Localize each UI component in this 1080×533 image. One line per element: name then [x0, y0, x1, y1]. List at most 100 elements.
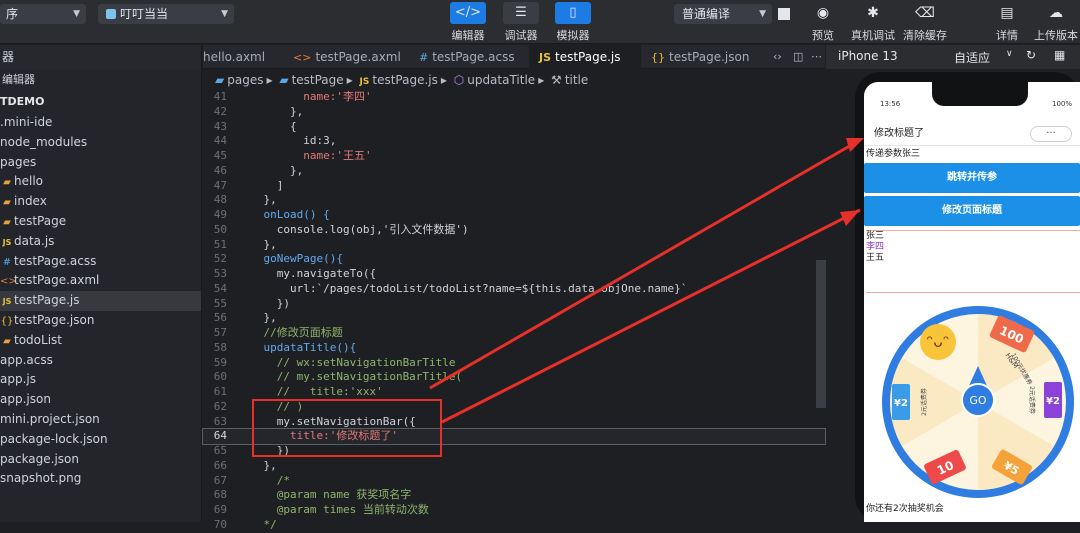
clear-cache-button-label: 清除缓存 — [903, 29, 947, 42]
tree-item[interactable]: package-lock.json — [0, 430, 201, 450]
tree-item[interactable]: # testPage.acss — [0, 252, 201, 272]
code-line[interactable]: 67 /* — [203, 474, 825, 489]
code-line[interactable]: 50 console.log(obj,'引入文件数据') — [203, 223, 825, 238]
miniapp-icon — [106, 9, 116, 19]
tree-item-label: testPage.json — [14, 312, 95, 327]
preview-button[interactable]: ◉ 预览 — [796, 2, 850, 43]
code-line[interactable]: 66 }, — [203, 459, 825, 474]
tree-item[interactable]: mini.project.json — [0, 410, 201, 430]
code-line[interactable]: 64 title:'修改标题了' — [202, 428, 826, 445]
compile-select[interactable]: 普通编译 ▼ — [674, 4, 772, 24]
code-text: my.navigateTo({ — [237, 267, 377, 280]
code-line[interactable]: 68 @param name 获奖项名字 — [203, 488, 825, 503]
editor-button[interactable]: </> 编辑器 — [444, 2, 492, 43]
code-line[interactable]: 49 onLoad() { — [203, 208, 825, 223]
project-root[interactable]: TDEMO — [0, 91, 201, 113]
code-line[interactable]: 51 }, — [203, 238, 825, 253]
breadcrumb-item[interactable]: testPage — [292, 73, 344, 87]
stop-icon[interactable] — [778, 8, 790, 20]
capsule-menu[interactable]: ··· — [1030, 126, 1072, 142]
tab-testpage-js[interactable]: JS testPage.js — [529, 45, 641, 69]
breadcrumb-item[interactable]: title — [565, 73, 588, 87]
code-line[interactable]: 53 my.navigateTo({ — [203, 267, 825, 282]
tree-item[interactable]: app.acss — [0, 351, 201, 371]
tab-label: testPage.js — [555, 50, 621, 64]
code-line[interactable]: 48 }, — [203, 193, 825, 208]
tree-item[interactable]: ▰ testPage — [0, 212, 201, 232]
breadcrumb-item[interactable]: pages — [227, 73, 263, 87]
code-line[interactable]: 45 name:'王五' — [203, 149, 825, 164]
tree-item[interactable]: ▰ hello — [0, 172, 201, 192]
line-number: 70 — [213, 517, 227, 531]
code-line[interactable]: 52 goNewPage(){ — [203, 252, 825, 267]
tab-testpage-json[interactable]: {} testPage.json — [651, 45, 771, 69]
tree-item[interactable]: <>testPage.axml — [0, 271, 201, 291]
project-select-value: 叮叮当当 — [120, 7, 169, 21]
go-label: GO — [969, 394, 987, 407]
code-line[interactable]: 44 id:3, — [203, 134, 825, 149]
line-number: 57 — [213, 326, 227, 339]
change-title-button[interactable]: 修改页面标题 — [864, 196, 1080, 226]
tree-item[interactable]: app.js — [0, 370, 201, 390]
mode-select[interactable]: 序 ▼ — [0, 4, 86, 24]
code-line[interactable]: 60 // my.setNavigationBarTitle( — [203, 370, 825, 385]
jump-button[interactable]: 跳转并传参 — [864, 163, 1080, 193]
bug-icon: ✱ — [867, 5, 879, 21]
code-line[interactable]: 63 my.setNavigationBar({ — [203, 415, 825, 430]
tree-item[interactable]: node_modules — [0, 133, 201, 153]
layout-icon[interactable]: ◫ — [793, 45, 803, 69]
code-line[interactable]: 59 // wx:setNavigationBarTitle — [203, 356, 825, 371]
code-line[interactable]: 42 }, — [203, 105, 825, 120]
code-icon: </> — [450, 2, 486, 24]
prize-wheel[interactable]: ᵔᴗᵔ 100 H&M 100元优惠券 ¥2 2元话费券 10 ¥5 ¥2 2元… — [874, 304, 1078, 500]
refresh-icon[interactable]: ↻ — [1026, 48, 1036, 62]
code-line[interactable]: 57 //修改页面标题 — [203, 326, 825, 341]
code-line[interactable]: 70 */ — [203, 518, 825, 533]
tree-item[interactable]: package.json — [0, 450, 201, 470]
device-select[interactable]: iPhone 13 — [838, 49, 898, 63]
code-line[interactable]: 55 }) — [203, 297, 825, 312]
tree-item[interactable]: JS testPage.js — [0, 291, 201, 311]
tree-item[interactable]: .mini-ide — [0, 113, 201, 133]
code-line[interactable]: 65 }) — [203, 444, 825, 459]
upload-button[interactable]: ☁ 上传版本 — [1029, 2, 1080, 43]
tree-item[interactable]: app.json — [0, 390, 201, 410]
code-line[interactable]: 58 updataTitle(){ — [203, 341, 825, 356]
code-line[interactable]: 69 @param times 当前转动次数 — [203, 503, 825, 518]
code-line[interactable]: 62 // ) — [203, 400, 825, 415]
chevron-right-icon: ▸ — [538, 73, 545, 87]
tree-item[interactable]: ▰ todoList — [0, 331, 201, 351]
code-line[interactable]: 54 url:`/pages/todoList/todoList?name=${… — [203, 282, 825, 297]
grid-icon[interactable]: ▦ — [1054, 48, 1065, 62]
split-editor-icon[interactable]: ‹› — [773, 45, 782, 69]
code-line[interactable]: 41 name:'李四' — [203, 90, 825, 105]
project-select[interactable]: 叮叮当当 ▼ — [98, 4, 234, 24]
code-line[interactable]: 61 // title:'xxx' — [203, 385, 825, 400]
code-line[interactable]: 46 }, — [203, 164, 825, 179]
tree-item[interactable]: snapshot.png — [0, 469, 201, 489]
more-icon[interactable]: ⋯ — [811, 45, 822, 69]
tree-item[interactable]: ▰ index — [0, 192, 201, 212]
tab-hello-axml[interactable]: hello.axml — [203, 45, 279, 69]
editor-scrollbar[interactable] — [816, 260, 826, 408]
tree-item[interactable]: pages — [0, 153, 201, 173]
debugger-button[interactable]: ☰ 调试器 — [497, 2, 545, 43]
details-button[interactable]: ▤ 详情 — [980, 2, 1034, 43]
fit-select[interactable]: 自适应 — [954, 49, 990, 66]
breadcrumb-item[interactable]: testPage.js — [372, 73, 438, 87]
tab-testpage-acss[interactable]: # testPage.acss — [419, 45, 529, 69]
clear-cache-button[interactable]: ⌫ 清除缓存 — [898, 2, 952, 43]
xml-icon: <> — [0, 276, 17, 288]
breadcrumb-item[interactable]: updataTitle — [467, 73, 535, 87]
code-line[interactable]: 43 { — [203, 120, 825, 135]
code-line[interactable]: 47 ] — [203, 179, 825, 194]
code-editor[interactable]: 41 name:'李四' 42 }, 43 {44 id:3, 45 name:'王五… — [202, 90, 826, 531]
line-number: 55 — [213, 296, 227, 310]
tree-item[interactable]: {}testPage.json — [0, 311, 201, 331]
tab-testpage-axml[interactable]: <> testPage.axml — [293, 45, 411, 69]
remote-debug-button[interactable]: ✱ 真机调试 — [846, 2, 900, 43]
tree-item[interactable]: JS data.js — [0, 232, 201, 252]
code-line[interactable]: 56 }, — [203, 311, 825, 326]
phone-notch — [932, 82, 1028, 106]
simulator-button[interactable]: ▯ 模拟器 — [549, 2, 597, 43]
